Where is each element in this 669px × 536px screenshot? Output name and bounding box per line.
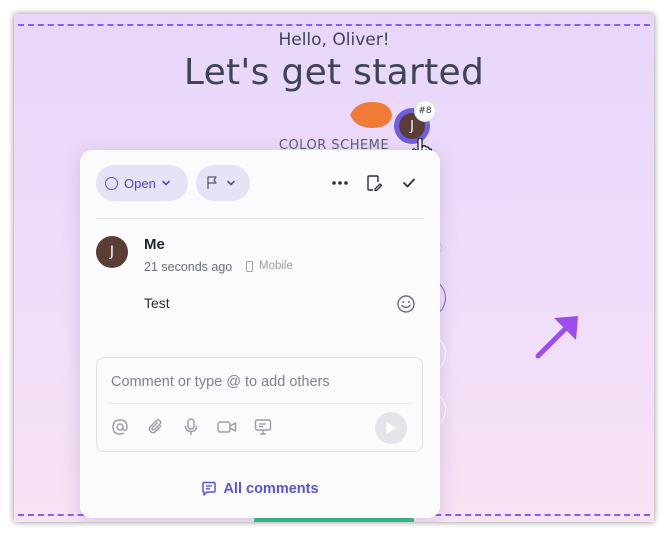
send-icon (386, 422, 396, 434)
comment-composer (96, 357, 423, 452)
header-divider (96, 218, 424, 219)
comment-body: Test (144, 295, 170, 311)
comment-popup: Open J Me 21 seconds ago Mobile Test Com… (80, 150, 440, 518)
comments-icon (202, 481, 217, 496)
priority-dropdown[interactable] (196, 165, 250, 201)
mention-icon[interactable] (109, 416, 131, 438)
send-button[interactable] (375, 412, 407, 444)
selection-border-top (18, 24, 650, 26)
page-title: Let's get started (183, 52, 485, 93)
video-icon[interactable] (216, 416, 238, 438)
comment-count-badge: #8 (414, 100, 436, 122)
flag-icon (207, 176, 217, 189)
attachment-icon[interactable] (145, 416, 167, 438)
status-dropdown[interactable]: Open (96, 165, 188, 201)
arrow-up-right-icon (535, 316, 578, 359)
chevron-down-icon (227, 180, 235, 186)
author-avatar: J (96, 236, 128, 268)
edit-note-icon[interactable] (363, 172, 385, 194)
comment-input[interactable] (111, 374, 407, 390)
screen-record-icon[interactable] (252, 416, 274, 438)
mobile-phone-icon (246, 260, 253, 272)
device-label: Mobile (259, 260, 293, 272)
emoji-reaction-icon[interactable] (396, 294, 416, 314)
status-label: Open (124, 175, 156, 191)
greeting-text: Hello, Oliver! (278, 30, 390, 50)
status-circle-icon (105, 176, 118, 190)
composer-divider (107, 403, 412, 404)
all-comments-link[interactable]: All comments (80, 481, 440, 497)
resolve-check-icon[interactable] (398, 172, 420, 194)
comment-pin-icon[interactable] (348, 100, 394, 130)
more-options-icon[interactable] (329, 172, 351, 194)
chevron-down-icon (162, 180, 170, 186)
app-canvas: Hello, Oliver! Let's get started COLOR S… (14, 14, 654, 522)
all-comments-label: All comments (223, 481, 319, 497)
microphone-icon[interactable] (180, 416, 202, 438)
device-indicator: Mobile (246, 260, 293, 272)
comment-timestamp: 21 seconds ago (144, 260, 233, 274)
comment-author: Me (144, 236, 165, 253)
